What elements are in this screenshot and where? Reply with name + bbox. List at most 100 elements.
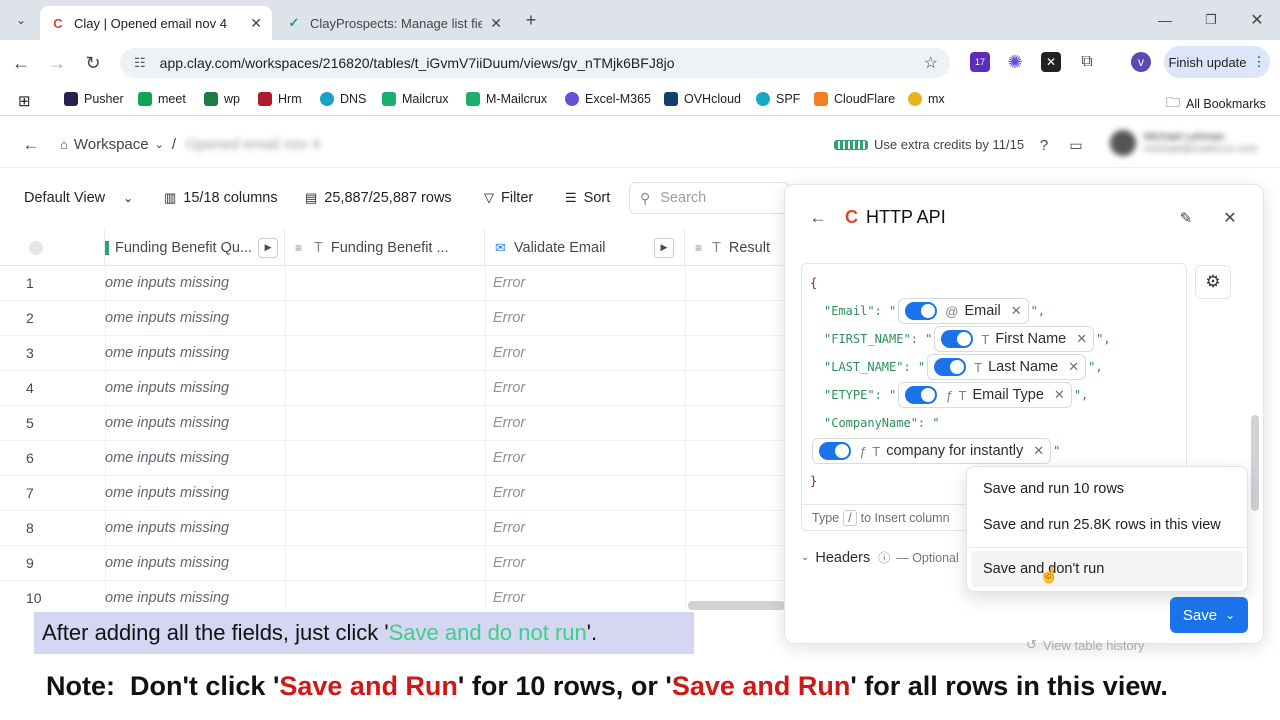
column-chip-company-for-instantly[interactable]: ƒ Tcompany for instantly ✕ [812,438,1052,464]
view-table-history-link[interactable]: ↺ View table history [1026,637,1145,653]
cell-funding-benefit-qu[interactable]: ome inputs missing [105,415,229,431]
chip-toggle[interactable] [905,386,938,404]
table-row[interactable]: 2 ome inputs missing Error [0,301,785,336]
headers-section-toggle[interactable]: ⌄ Headers ⓘ — Optional [801,549,959,566]
horizontal-scrollbar[interactable] [688,601,785,610]
columns-button[interactable]: ▥ 15/18 columns [164,190,278,206]
column-chip-last-name[interactable]: T Last Name ✕ [927,354,1087,380]
search-input[interactable]: ⚲ Search [629,182,789,214]
cell-validate-email[interactable]: Error [493,275,525,291]
rows-button[interactable]: ▤ 25,887/25,887 rows [305,190,452,206]
user-menu[interactable]: Michael Lehman michael@mailcrux.com [1110,130,1258,156]
sparkle-extension-icon[interactable]: ✺ [1005,52,1025,72]
x-extension-icon[interactable]: ✕ [1041,52,1061,72]
cell-validate-email[interactable]: Error [493,485,525,501]
bookmark-mx[interactable]: mx [908,92,945,106]
column-header-funding-benefit-qu[interactable]: Funding Benefit Qu... ▶ [105,230,285,266]
help-icon[interactable]: ? [1031,132,1057,158]
sort-button[interactable]: ☰ Sort [565,190,610,206]
bookmark-hrm[interactable]: Hrm [258,92,302,106]
cell-validate-email[interactable]: Error [493,345,525,361]
menu-item-save-and-run-10-rows[interactable]: Save and run 10 rows [983,481,1124,497]
cell-funding-benefit-qu[interactable]: ome inputs missing [105,275,229,291]
cell-validate-email[interactable]: Error [493,310,525,326]
view-selector[interactable]: Default View ⌄ [24,190,133,206]
chip-toggle[interactable] [934,358,967,376]
edit-pencil-icon[interactable]: ✎ [1173,205,1199,231]
settings-gear-icon[interactable]: ⚙ [1195,265,1231,299]
cell-funding-benefit-qu[interactable]: ome inputs missing [105,485,229,501]
menu-item-save-and-run-all-rows[interactable]: Save and run 25.8K rows in this view [983,517,1221,533]
table-row[interactable]: 9 ome inputs missing Error [0,546,785,581]
save-button[interactable]: Save ⌄ [1170,597,1248,633]
remove-chip-icon[interactable]: ✕ [1011,303,1022,319]
remove-chip-icon[interactable]: ✕ [1068,359,1079,375]
filter-button[interactable]: ▽ Filter [484,190,533,206]
back-arrow-icon[interactable]: ← [18,132,44,158]
cell-validate-email[interactable]: Error [493,380,525,396]
column-chip-first-name[interactable]: T First Name ✕ [934,326,1095,352]
column-chip-email[interactable]: @ Email ✕ [898,298,1029,324]
select-all-checkbox[interactable] [29,240,43,255]
cell-funding-benefit-qu[interactable]: ome inputs missing [105,520,229,536]
forward-arrow-icon[interactable]: → [44,50,70,76]
close-panel-icon[interactable]: ✕ [1217,205,1243,231]
restore-window-icon[interactable]: ❐ [1198,7,1224,33]
back-arrow-icon[interactable]: ← [805,205,831,231]
finish-update-button[interactable]: Finish update ⋮ [1164,46,1270,78]
bookmark-meet[interactable]: meet [138,92,186,106]
chip-toggle[interactable] [941,330,974,348]
bookmark-pusher[interactable]: Pusher [64,92,124,106]
new-tab-plus-icon[interactable]: + [518,7,544,33]
apps-grid-icon[interactable]: ⊞ [18,92,31,110]
breadcrumb-workspace[interactable]: Workspace [74,136,149,153]
extension-badge-icon[interactable]: 17 [970,52,990,72]
remove-chip-icon[interactable]: ✕ [1054,387,1065,403]
cell-funding-benefit-qu[interactable]: ome inputs missing [105,555,229,571]
bookmark-dns[interactable]: DNS [320,92,366,106]
archive-icon[interactable]: ▭ [1063,132,1089,158]
table-row[interactable]: 5 ome inputs missing Error [0,406,785,441]
table-name[interactable]: Opened email nov 4 [186,136,320,153]
site-info-icon[interactable]: ☷ [134,55,146,71]
back-arrow-icon[interactable]: ← [8,50,34,76]
cell-funding-benefit-qu[interactable]: ome inputs missing [105,450,229,466]
puzzle-extensions-icon[interactable]: ⧉ [1077,52,1097,72]
column-header-result[interactable]: ≡ T Result [685,230,785,266]
run-column-icon[interactable]: ▶ [258,237,279,258]
cell-validate-email[interactable]: Error [493,590,525,606]
bookmark-spf[interactable]: SPF [756,92,800,106]
table-row[interactable]: 8 ome inputs missing Error [0,511,785,546]
bookmark-mailcrux[interactable]: Mailcrux [382,92,449,106]
remove-chip-icon[interactable]: ✕ [1076,331,1087,347]
cell-funding-benefit-qu[interactable]: ome inputs missing [105,380,229,396]
table-row[interactable]: 4 ome inputs missing Error [0,371,785,406]
bookmark-wp[interactable]: wp [204,92,240,106]
tab-search-chevron-icon[interactable]: ⌄ [8,7,34,33]
bookmark-ovhcloud[interactable]: OVHcloud [664,92,741,106]
close-tab-icon[interactable]: ✕ [490,15,502,32]
table-row[interactable]: 10 ome inputs missing Error [0,581,785,610]
table-row[interactable]: 6 ome inputs missing Error [0,441,785,476]
cell-validate-email[interactable]: Error [493,450,525,466]
close-tab-icon[interactable]: ✕ [250,15,262,32]
minimize-window-icon[interactable]: — [1152,7,1178,33]
bookmark-m-mailcrux[interactable]: M-Mailcrux [466,92,547,106]
all-bookmarks[interactable]: 🗀 All Bookmarks [1166,92,1266,116]
profile-avatar[interactable]: v [1131,52,1151,72]
bookmark-cloudflare[interactable]: CloudFlare [814,92,895,106]
table-row[interactable]: 3 ome inputs missing Error [0,336,785,371]
cell-validate-email[interactable]: Error [493,415,525,431]
browser-tab-clay[interactable]: C Clay | Opened email nov 4 ✕ [40,6,272,40]
reload-icon[interactable]: ↻ [80,50,106,76]
cell-funding-benefit-qu[interactable]: ome inputs missing [105,345,229,361]
chip-toggle[interactable] [905,302,938,320]
table-row[interactable]: 1 ome inputs missing Error [0,266,785,301]
url-omnibox[interactable]: ☷ app.clay.com/workspaces/216820/tables/… [120,48,950,78]
close-window-icon[interactable]: ✕ [1244,7,1270,33]
column-chip-email-type[interactable]: ƒ T Email Type ✕ [898,382,1072,408]
browser-tab-clayprospects[interactable]: ✓ ClayProspects: Manage list field ✕ [276,6,512,40]
column-header-validate-email[interactable]: ✉ Validate Email ▶ [485,230,685,266]
cell-validate-email[interactable]: Error [493,555,525,571]
table-row[interactable]: 7 ome inputs missing Error [0,476,785,511]
